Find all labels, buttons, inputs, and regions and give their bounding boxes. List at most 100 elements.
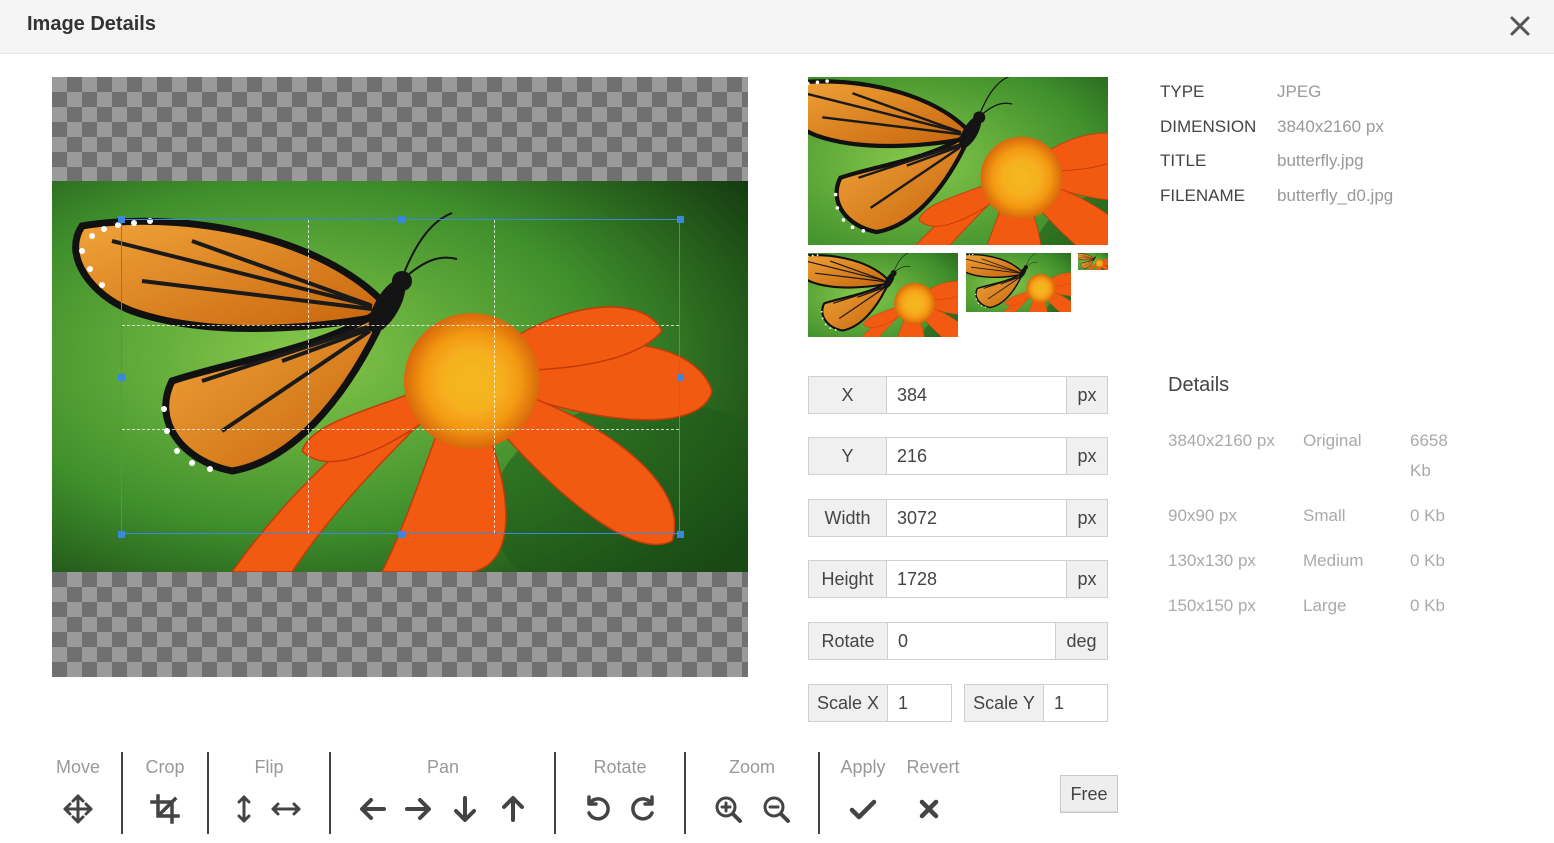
toolbar-separator — [329, 752, 331, 834]
preview-small-thumbnail-3[interactable] — [1078, 253, 1108, 270]
size-filesize: 0 Kb — [1410, 506, 1445, 525]
scale-x-field-group: Scale X — [808, 684, 952, 722]
scale-y-input[interactable] — [1044, 685, 1107, 721]
rotate-left-icon — [587, 795, 610, 821]
size-dimension: 130x130 px — [1168, 551, 1256, 570]
move-button[interactable] — [61, 792, 95, 826]
arrow-up-icon — [502, 796, 524, 822]
size-name: Large — [1303, 596, 1347, 615]
height-unit: px — [1066, 561, 1107, 597]
x-icon — [919, 799, 939, 819]
image-editor-canvas[interactable] — [52, 77, 748, 677]
preview-small-thumbnail-1[interactable] — [808, 253, 958, 337]
x-field-group: X px — [808, 376, 1108, 414]
toolbar-label-flip: Flip — [254, 757, 284, 777]
crop-handle-e[interactable] — [677, 374, 684, 381]
toolbar-label-pan: Pan — [426, 757, 460, 777]
toolbar-label-zoom: Zoom — [728, 757, 775, 777]
info-key: DIMENSION — [1160, 117, 1257, 136]
x-input[interactable] — [887, 377, 1066, 413]
crop-handle-sw[interactable] — [118, 531, 125, 538]
scale-x-input[interactable] — [888, 685, 951, 721]
toolbar-separator — [684, 752, 686, 834]
pan-right-button[interactable] — [401, 792, 435, 826]
toolbar-label-apply: Apply — [840, 757, 886, 777]
crop-handle-n[interactable] — [398, 216, 405, 223]
dialog-header: Image Details — [0, 0, 1554, 54]
flip-vertical-icon — [237, 795, 251, 823]
apply-button[interactable] — [846, 792, 880, 826]
pan-down-button[interactable] — [448, 792, 482, 826]
aspect-ratio-free-button[interactable]: Free — [1060, 775, 1118, 813]
checkmark-icon — [849, 799, 877, 820]
toolbar-separator — [554, 752, 556, 834]
rotate-input[interactable] — [888, 623, 1055, 659]
rotate-right-icon — [631, 795, 654, 821]
y-label: Y — [809, 438, 887, 474]
info-key: TITLE — [1160, 151, 1207, 170]
crop-box[interactable] — [118, 216, 684, 538]
zoom-out-icon — [763, 796, 790, 823]
info-value: 3840x2160 px — [1277, 117, 1384, 136]
toolbar-label-crop: Crop — [145, 757, 185, 777]
info-key: TYPE — [1160, 82, 1205, 101]
crop-handle-w[interactable] — [118, 374, 125, 381]
flip-horizontal-button[interactable] — [269, 792, 303, 826]
toolbar-separator — [121, 752, 123, 834]
height-input[interactable] — [887, 561, 1066, 597]
scale-y-label: Scale Y — [965, 685, 1044, 721]
revert-button[interactable] — [912, 792, 946, 826]
zoom-in-icon — [715, 796, 742, 823]
crop-handle-se[interactable] — [677, 531, 684, 538]
size-filesize: 6658 — [1410, 431, 1448, 450]
arrow-down-icon — [454, 796, 476, 822]
size-dimension: 3840x2160 px — [1168, 431, 1275, 450]
close-icon — [1510, 16, 1530, 36]
toolbar-separator — [207, 752, 209, 834]
arrow-left-icon — [360, 798, 386, 820]
flip-horizontal-icon — [271, 802, 301, 816]
info-value: JPEG — [1277, 82, 1322, 101]
preview-small-thumbnail-2[interactable] — [966, 253, 1071, 312]
rotate-field-group: Rotate deg — [808, 622, 1108, 660]
x-label: X — [809, 377, 887, 413]
size-filesize: 0 Kb — [1410, 596, 1445, 615]
rotate-label: Rotate — [809, 623, 888, 659]
arrow-right-icon — [405, 798, 431, 820]
info-value: butterfly.jpg — [1277, 151, 1364, 170]
size-dimension: 150x150 px — [1168, 596, 1256, 615]
close-button[interactable] — [1500, 6, 1540, 46]
toolbar-separator — [818, 752, 820, 834]
zoom-in-button[interactable] — [711, 792, 745, 826]
dialog-title: Image Details — [27, 13, 156, 35]
crop-button[interactable] — [148, 792, 182, 826]
width-unit: px — [1066, 500, 1107, 536]
width-input[interactable] — [887, 500, 1066, 536]
preview-large-thumbnail[interactable] — [808, 77, 1108, 245]
move-arrows-icon — [63, 794, 93, 824]
height-label: Height — [809, 561, 887, 597]
rotate-right-button[interactable] — [626, 792, 660, 826]
size-name: Original — [1303, 431, 1362, 450]
crop-handle-s[interactable] — [398, 531, 405, 538]
size-name: Medium — [1303, 551, 1364, 570]
width-field-group: Width px — [808, 499, 1108, 537]
pan-up-button[interactable] — [496, 792, 530, 826]
crop-handle-ne[interactable] — [677, 216, 684, 223]
scale-y-field-group: Scale Y — [964, 684, 1108, 722]
pan-left-button[interactable] — [356, 792, 390, 826]
toolbar-label-rotate: Rotate — [593, 757, 647, 777]
size-dimension: 90x90 px — [1168, 506, 1237, 525]
width-label: Width — [809, 500, 887, 536]
details-heading: Details — [1168, 374, 1230, 396]
size-name: Small — [1303, 506, 1346, 525]
zoom-out-button[interactable] — [759, 792, 793, 826]
y-unit: px — [1066, 438, 1107, 474]
crop-handle-nw[interactable] — [118, 216, 125, 223]
size-filesize-unit: Kb — [1410, 461, 1431, 480]
rotate-left-button[interactable] — [581, 792, 615, 826]
info-key: FILENAME — [1160, 186, 1246, 205]
y-input[interactable] — [887, 438, 1066, 474]
flip-vertical-button[interactable] — [227, 792, 261, 826]
rotate-unit: deg — [1055, 623, 1107, 659]
